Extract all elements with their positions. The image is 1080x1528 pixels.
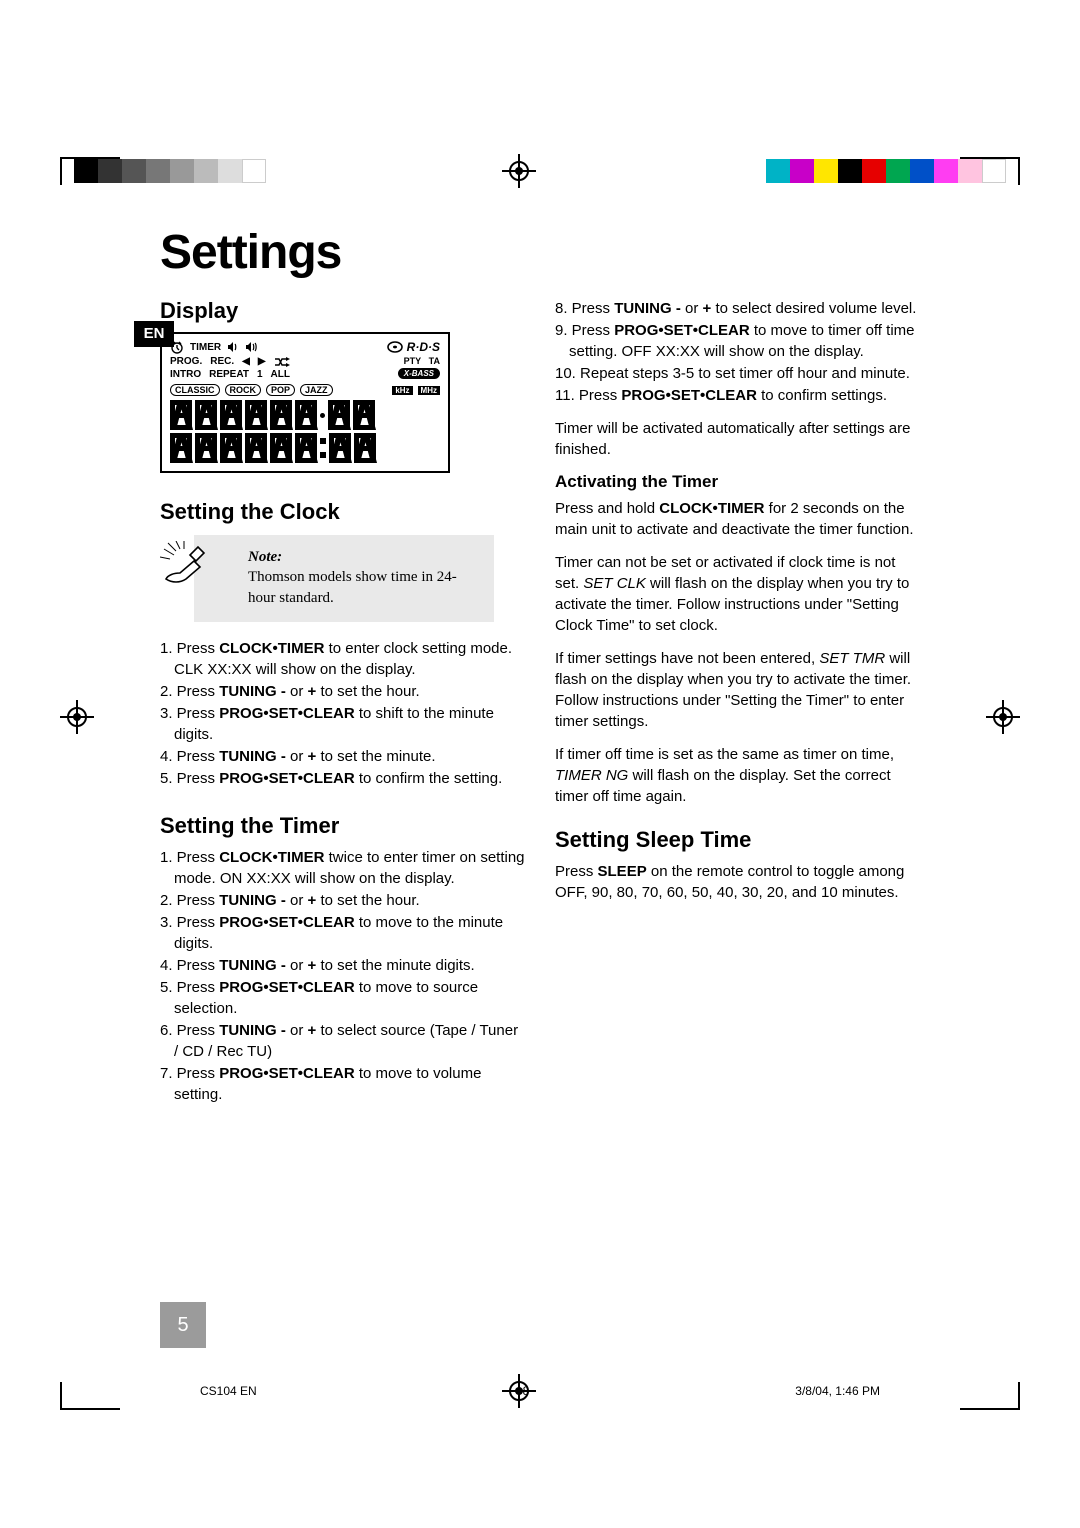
footer-file: CS104 EN <box>200 1384 257 1398</box>
note-box: Note: Thomson models show time in 24-hou… <box>194 535 494 622</box>
step: 5. Press PROG•SET•CLEAR to confirm the s… <box>174 768 525 789</box>
registration-mark-icon <box>502 154 536 188</box>
step: 3. Press PROG•SET•CLEAR to shift to the … <box>174 703 525 745</box>
lcd-display-illustration: TIMER PROG. REC. ◀ ▶ INTRO <box>160 332 450 473</box>
khz-label: kHz <box>392 386 412 395</box>
footer-date: 3/8/04, 1:46 PM <box>795 1384 880 1398</box>
step: 8. Press TUNING - or + to select desired… <box>569 298 920 319</box>
body-text: Timer can not be set or activated if clo… <box>555 552 920 636</box>
timer-steps-left: 1. Press CLOCK•TIMER twice to enter time… <box>160 847 525 1105</box>
step: 1. Press CLOCK•TIMER to enter clock sett… <box>174 638 525 680</box>
registration-mark-icon <box>60 700 94 734</box>
step: 4. Press TUNING - or + to set the minute… <box>174 955 525 976</box>
step: 1. Press CLOCK•TIMER twice to enter time… <box>174 847 525 889</box>
writing-hand-icon <box>160 541 208 585</box>
lcd-label: INTRO <box>170 369 201 380</box>
step: 11. Press PROG•SET•CLEAR to confirm sett… <box>569 385 920 406</box>
display-heading: Display <box>160 298 525 324</box>
timer-after-text: Timer will be activated automatically af… <box>555 418 920 460</box>
step: 2. Press TUNING - or + to set the hour. <box>174 890 525 911</box>
step: 6. Press TUNING - or + to select source … <box>174 1020 525 1062</box>
timer-heading: Setting the Timer <box>160 813 525 839</box>
mhz-label: MHz <box>418 386 440 395</box>
rew-icon: ◀ <box>242 356 250 367</box>
body-text: If timer settings have not been entered,… <box>555 648 920 732</box>
crop-mark <box>60 1382 120 1410</box>
lcd-label: TA <box>429 356 440 366</box>
crop-mark <box>60 157 120 185</box>
step: 9. Press PROG•SET•CLEAR to move to timer… <box>569 320 920 362</box>
step: 7. Press PROG•SET•CLEAR to move to volum… <box>174 1063 525 1105</box>
eq-preset: ROCK <box>225 384 262 396</box>
step: 10. Repeat steps 3-5 to set timer off ho… <box>569 363 920 384</box>
sound-right-icon <box>245 342 257 352</box>
random-icon <box>274 357 292 367</box>
registration-mark-icon <box>986 700 1020 734</box>
page-title: Settings <box>160 225 920 280</box>
step: 2. Press TUNING - or + to set the hour. <box>174 681 525 702</box>
step: 3. Press PROG•SET•CLEAR to move to the m… <box>174 912 525 954</box>
body-text: Press SLEEP on the remote control to tog… <box>555 861 920 903</box>
sleep-heading: Setting Sleep Time <box>555 827 920 853</box>
eq-preset: CLASSIC <box>170 384 220 396</box>
eq-preset: JAZZ <box>300 384 333 396</box>
lcd-label: 1 <box>257 369 263 380</box>
note-text: Thomson models show time in 24-hour stan… <box>248 567 480 608</box>
sound-left-icon <box>227 342 239 352</box>
footer-sheet: 8 <box>523 1384 530 1398</box>
rds-label: R·D·S <box>407 340 440 354</box>
lcd-label: ALL <box>271 369 290 380</box>
body-text: If timer off time is set as the same as … <box>555 744 920 807</box>
lcd-label: PTY <box>404 356 422 366</box>
crop-mark <box>960 1382 1020 1410</box>
lcd-label: PROG. <box>170 356 202 367</box>
activating-heading: Activating the Timer <box>555 472 920 492</box>
page-number: 5 <box>160 1302 206 1348</box>
body-text: Press and hold CLOCK•TIMER for 2 seconds… <box>555 498 920 540</box>
language-tab: EN <box>134 321 174 347</box>
lcd-label: TIMER <box>190 342 221 353</box>
lcd-label: REC. <box>210 356 234 367</box>
step: 5. Press PROG•SET•CLEAR to move to sourc… <box>174 977 525 1019</box>
note-label: Note: <box>248 547 480 567</box>
play-icon: ▶ <box>258 356 266 367</box>
clock-heading: Setting the Clock <box>160 499 525 525</box>
clock-steps: 1. Press CLOCK•TIMER to enter clock sett… <box>160 638 525 789</box>
step: 4. Press TUNING - or + to set the minute… <box>174 746 525 767</box>
footer: CS104 EN 8 3/8/04, 1:46 PM <box>200 1384 880 1398</box>
xbass-badge: X-BASS <box>398 368 440 379</box>
lcd-label: REPEAT <box>209 369 249 380</box>
eq-preset: POP <box>266 384 295 396</box>
timer-steps-right: 8. Press TUNING - or + to select desired… <box>555 298 920 406</box>
disc-icon <box>387 341 403 353</box>
crop-mark <box>960 157 1020 185</box>
